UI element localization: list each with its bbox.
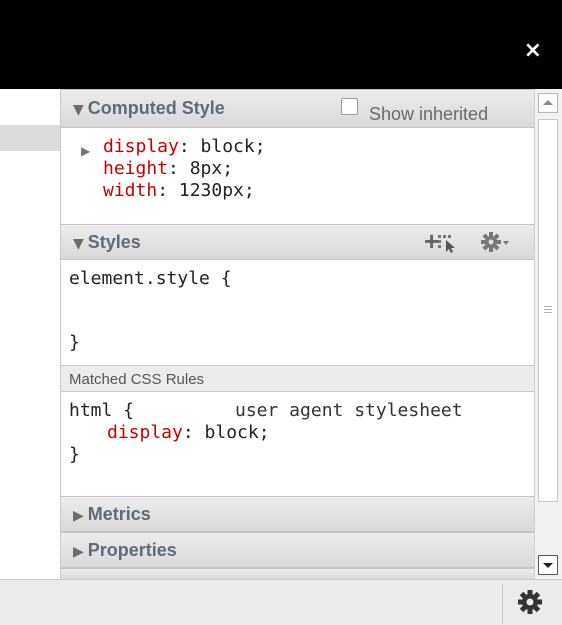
settings-gear-icon[interactable] xyxy=(517,589,543,615)
selected-node-highlight[interactable] xyxy=(0,125,60,151)
computed-prop-row[interactable]: width: 1230px; xyxy=(103,180,255,202)
element-style-close: } xyxy=(69,332,80,353)
grip-line xyxy=(544,306,552,307)
arrow-up-icon xyxy=(543,100,553,105)
element-style-rule[interactable]: element.style { } xyxy=(61,260,534,364)
metrics-title: Metrics xyxy=(87,504,151,524)
computed-style-list: ▶ display: block; height: 8px; width: 12… xyxy=(61,128,534,213)
devtools-status-bar xyxy=(0,579,562,625)
rule-property-row[interactable]: display: block; xyxy=(107,422,270,444)
styles-sidebar: ▼ Computed Style Show inherited ▶ display… xyxy=(61,89,534,579)
computed-style-header[interactable]: ▼ Computed Style Show inherited xyxy=(61,89,534,128)
properties-header[interactable]: ▶ Properties xyxy=(61,532,534,568)
matched-css-rules-label: Matched CSS Rules xyxy=(61,365,534,392)
scrollbar-thumb[interactable] xyxy=(538,119,558,502)
status-bar-divider xyxy=(502,584,503,624)
collapsed-triangle-icon: ▶ xyxy=(73,508,84,524)
element-style-selector[interactable]: element.style { xyxy=(69,268,232,290)
computed-prop-row[interactable]: height: 8px; xyxy=(103,158,233,180)
element-state-icon[interactable] xyxy=(437,233,459,253)
sidebar-scrollbar[interactable] xyxy=(534,89,562,579)
scroll-up-button[interactable] xyxy=(538,93,558,113)
scroll-down-button[interactable] xyxy=(538,555,558,575)
rule-selector[interactable]: html { xyxy=(69,400,134,422)
properties-title: Properties xyxy=(87,540,177,560)
html-css-rule[interactable]: html { user agent stylesheet display: bl… xyxy=(61,392,534,495)
rule-close: } xyxy=(69,444,80,465)
grip-line xyxy=(544,312,552,313)
collapsed-triangle-icon[interactable]: ▶ xyxy=(81,140,90,162)
devtools-title-bar: × xyxy=(0,0,562,89)
computed-style-title: Computed Style xyxy=(87,98,225,118)
styles-header[interactable]: ▼ Styles + xyxy=(61,224,534,260)
next-section-header[interactable] xyxy=(61,568,534,579)
collapsed-triangle-icon: ▶ xyxy=(73,544,84,560)
computed-prop-row[interactable]: display: block; xyxy=(103,136,266,158)
arrow-down-icon xyxy=(543,563,553,568)
settings-dropdown-icon[interactable] xyxy=(481,232,513,254)
expanded-triangle-icon: ▼ xyxy=(73,236,84,252)
close-button[interactable]: × xyxy=(524,40,542,62)
show-inherited-checkbox[interactable] xyxy=(341,98,358,115)
dom-tree-panel xyxy=(0,89,61,579)
grip-line xyxy=(544,309,552,310)
expanded-triangle-icon: ▼ xyxy=(73,102,84,118)
metrics-header[interactable]: ▶ Metrics xyxy=(61,496,534,532)
rule-source: user agent stylesheet xyxy=(235,400,463,421)
styles-title: Styles xyxy=(87,232,141,252)
